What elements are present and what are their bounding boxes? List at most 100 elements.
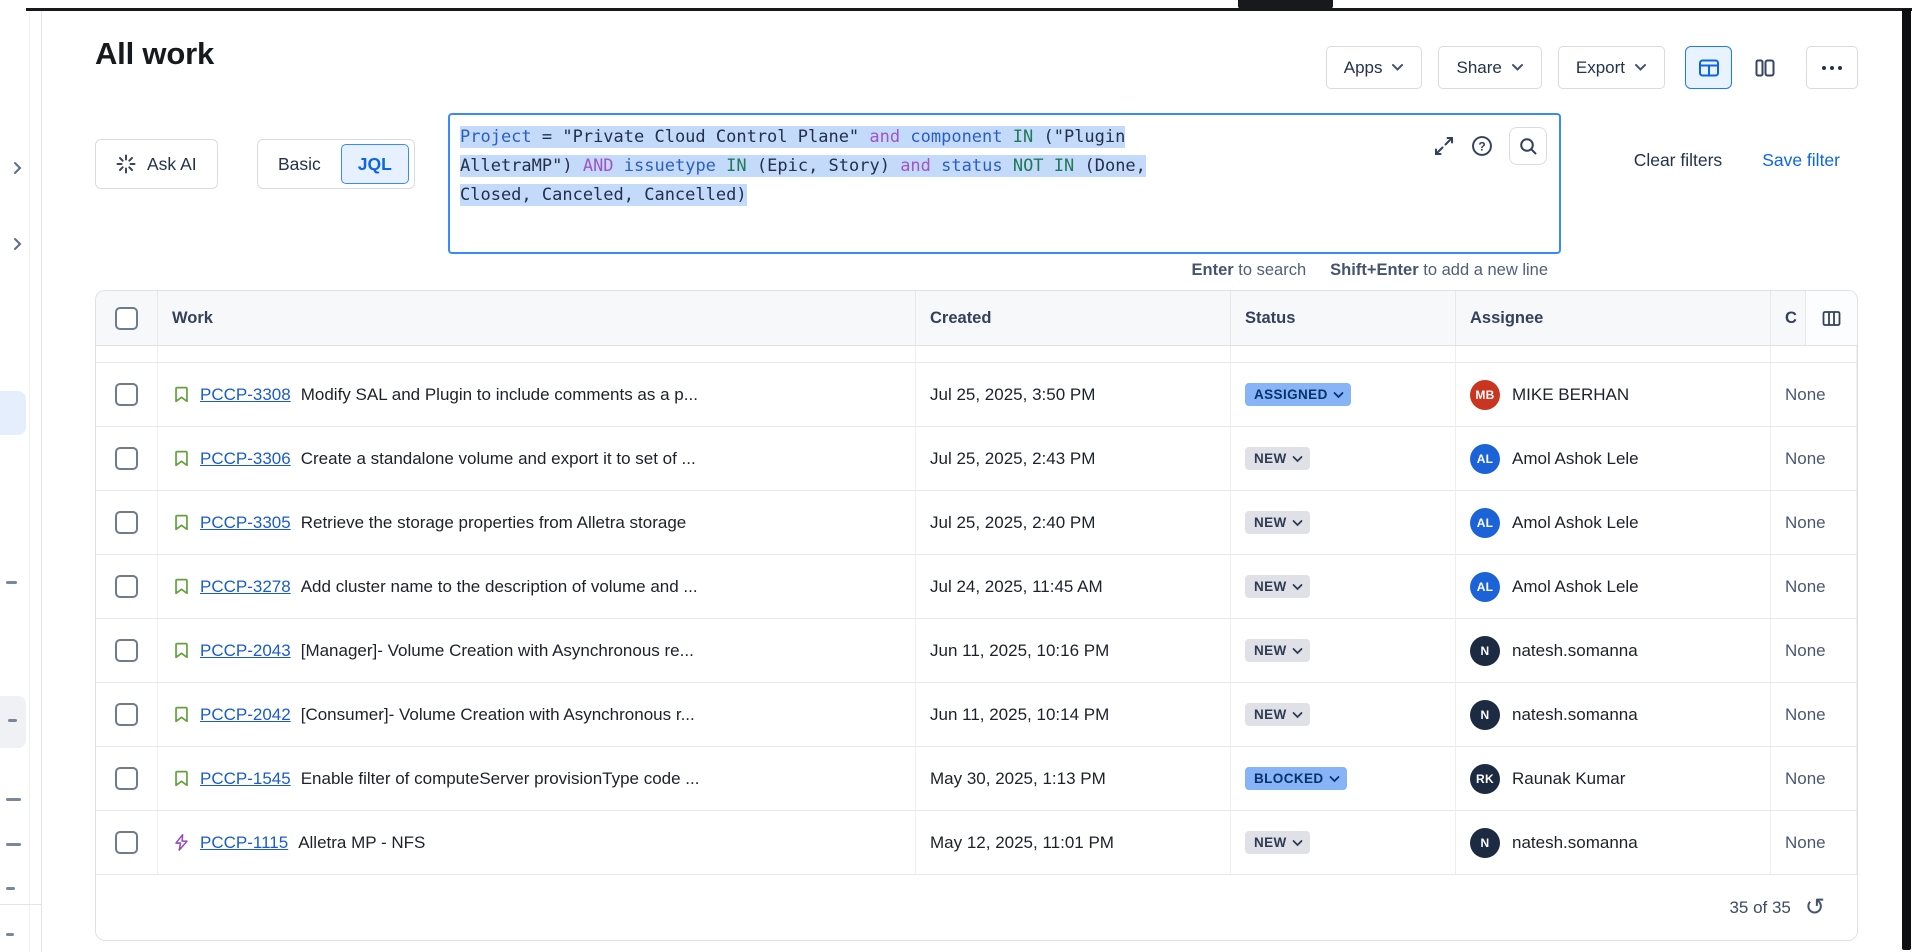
table-row[interactable]: PCCP-1115Alletra MP - NFSMay 12, 2025, 1… <box>96 811 1857 875</box>
avatar: AL <box>1470 572 1500 602</box>
status-badge[interactable]: NEW <box>1245 703 1310 726</box>
assignee-name: MIKE BERHAN <box>1512 385 1629 405</box>
issue-title: Add cluster name to the description of v… <box>301 577 698 597</box>
sidebar-item-fragment <box>6 843 21 846</box>
mode-jql-tab[interactable]: JQL <box>341 144 409 184</box>
row-checkbox[interactable] <box>115 575 138 598</box>
more-options-button[interactable] <box>1806 46 1858 89</box>
issue-key-link[interactable]: PCCP-1115 <box>200 833 288 853</box>
ask-ai-button[interactable]: Ask AI <box>95 139 218 189</box>
story-type-icon <box>172 449 191 468</box>
view-toggle-group <box>1685 46 1786 89</box>
table-row[interactable]: PCCP-2043[Manager]- Volume Creation with… <box>96 619 1857 683</box>
table-row[interactable]: PCCP-3306Create a standalone volume and … <box>96 427 1857 491</box>
status-badge[interactable]: ASSIGNED <box>1245 383 1351 406</box>
status-cell: NEW <box>1231 811 1456 874</box>
table-footer: 35 of 35 ↺ <box>96 875 1857 940</box>
issue-key-link[interactable]: PCCP-2043 <box>200 641 291 661</box>
row-checkbox[interactable] <box>115 639 138 662</box>
truncated-value: None <box>1785 769 1826 789</box>
row-checkbox[interactable] <box>115 831 138 854</box>
save-filter-button[interactable]: Save filter <box>1762 150 1840 171</box>
jql-editor[interactable]: Project = "Private Cloud Control Plane" … <box>448 113 1561 254</box>
apps-button[interactable]: Apps <box>1326 46 1423 89</box>
status-badge[interactable]: NEW <box>1245 639 1310 662</box>
issue-key-link[interactable]: PCCP-3278 <box>200 577 291 597</box>
truncated-value: None <box>1785 577 1826 597</box>
work-cell: PCCP-3278 Add cluster name to the descrip… <box>158 555 916 618</box>
assignee-cell: MB MIKE BERHAN <box>1456 363 1771 426</box>
issue-key-link[interactable]: PCCP-3308 <box>200 385 291 405</box>
column-header-assignee[interactable]: Assignee <box>1456 291 1771 345</box>
status-badge[interactable]: BLOCKED <box>1245 767 1347 790</box>
issue-key-link[interactable]: PCCP-2042 <box>200 705 291 725</box>
table-row[interactable]: PCCP-2042[Consumer]- Volume Creation wit… <box>96 683 1857 747</box>
issue-title: Enable filter of computeServer provision… <box>301 769 700 789</box>
assignee-cell: Nnatesh.somanna <box>1456 683 1771 746</box>
columns-settings-button[interactable] <box>1805 291 1857 345</box>
table-row[interactable]: PCCP-1545 Enable filter of computeServer … <box>96 747 1857 811</box>
row-checkbox[interactable] <box>115 511 138 534</box>
issue-title: Retrieve the storage properties from All… <box>301 513 687 533</box>
sidebar-selected-item[interactable] <box>0 391 26 435</box>
assignee-name: natesh.somanna <box>1512 705 1638 725</box>
status-badge[interactable]: NEW <box>1245 575 1310 598</box>
status-badge[interactable]: NEW <box>1245 511 1310 534</box>
status-badge[interactable]: NEW <box>1245 447 1310 470</box>
assignee-cell: ALAmol Ashok Lele <box>1456 491 1771 554</box>
column-header-created[interactable]: Created <box>916 291 1231 345</box>
jql-line: Project = "Private Cloud Control Plane" … <box>460 123 1549 152</box>
chevron-down-icon <box>1292 583 1303 591</box>
export-button[interactable]: Export <box>1558 46 1665 89</box>
table-view-icon <box>1698 57 1720 79</box>
row-checkbox[interactable] <box>115 383 138 406</box>
status-cell: NEW <box>1231 427 1456 490</box>
assignee-name: Amol Ashok Lele <box>1512 513 1639 533</box>
row-checkbox[interactable] <box>115 767 138 790</box>
mode-basic-tab[interactable]: Basic <box>258 154 341 175</box>
detail-view-button[interactable] <box>1744 46 1786 89</box>
search-button[interactable] <box>1509 127 1547 165</box>
truncated-cell: None <box>1771 555 1857 618</box>
issue-key-link[interactable]: PCCP-3305 <box>200 513 291 533</box>
select-all-checkbox[interactable] <box>115 307 138 330</box>
table-row[interactable]: PCCP-3278 Add cluster name to the descrip… <box>96 555 1857 619</box>
status-label: ASSIGNED <box>1254 387 1328 402</box>
issue-key-link[interactable]: PCCP-1545 <box>200 769 291 789</box>
status-badge[interactable]: NEW <box>1245 831 1310 854</box>
row-checkbox[interactable] <box>115 447 138 470</box>
column-header-work[interactable]: Work <box>158 291 916 345</box>
sidebar-item-fragment <box>8 719 17 722</box>
sidebar-item-fragment <box>6 887 15 890</box>
query-mode-switcher: Basic JQL <box>257 139 415 189</box>
status-label: NEW <box>1254 579 1287 594</box>
table-row[interactable]: PCCP-3305 Retrieve the storage properties… <box>96 491 1857 555</box>
clear-filters-button[interactable]: Clear filters <box>1634 150 1723 171</box>
help-icon[interactable]: ? <box>1470 134 1494 158</box>
work-cell: PCCP-1115Alletra MP - NFS <box>158 811 916 874</box>
expand-icon[interactable] <box>1433 135 1455 157</box>
assignee-cell: RKRaunak Kumar <box>1456 747 1771 810</box>
refresh-icon[interactable]: ↺ <box>1805 895 1825 919</box>
sidebar-hover-item[interactable] <box>0 696 26 748</box>
share-button[interactable]: Share <box>1438 46 1541 89</box>
truncated-cell: None <box>1771 427 1857 490</box>
table-header: Work Created Status Assignee C <box>96 291 1857 346</box>
created-value: Jul 25, 2025, 3:50 PM <box>930 385 1095 405</box>
assignee-name: Amol Ashok Lele <box>1512 577 1639 597</box>
issue-key-link[interactable]: PCCP-3306 <box>200 449 291 469</box>
table-view-button[interactable] <box>1685 46 1732 89</box>
chevron-down-icon <box>1292 455 1303 463</box>
avatar: N <box>1470 636 1500 666</box>
avatar: MB <box>1470 380 1500 410</box>
chevron-right-icon[interactable] <box>12 237 23 251</box>
column-header-status[interactable]: Status <box>1231 291 1456 345</box>
table-row[interactable]: PCCP-3308Modify SAL and Plugin to includ… <box>96 363 1857 427</box>
avatar: N <box>1470 828 1500 858</box>
created-cell: Jun 11, 2025, 10:16 PM <box>916 619 1231 682</box>
chevron-right-icon[interactable] <box>12 161 23 175</box>
row-checkbox[interactable] <box>115 703 138 726</box>
epic-type-icon <box>172 833 191 852</box>
table-body: PCCP-3308Modify SAL and Plugin to includ… <box>96 346 1857 875</box>
work-cell: PCCP-3308Modify SAL and Plugin to includ… <box>158 363 916 426</box>
